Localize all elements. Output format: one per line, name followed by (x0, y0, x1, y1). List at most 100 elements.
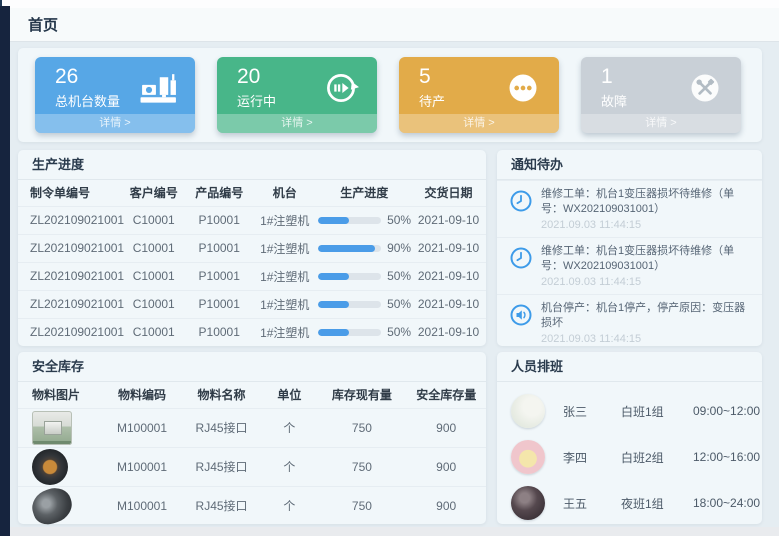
cell-material-name: RJ45接口 (182, 486, 262, 525)
cell-customer: C10001 (121, 290, 187, 318)
table-row: ZL202109021001 C10001 P10001 1#注塑机 90% 2… (18, 234, 486, 262)
production-header-row: 制令单编号 客户编号 产品编号 机台 生产进度 交货日期 (18, 180, 486, 206)
round-speaker-image (32, 449, 68, 485)
cell-customer: C10001 (121, 318, 187, 346)
notifications-panel: 通知待办 维修工单：机台1变压器损坏待维修（单号：WX202109031001）… (497, 150, 762, 346)
col-product-no: 产品编号 (186, 180, 252, 206)
notification-text: 维修工单：机台1变压器损坏待维修（单号：WX202109031001） (541, 244, 752, 274)
avatar (511, 394, 545, 428)
cell-stock-qty: 750 (317, 486, 406, 525)
notifications-title: 通知待办 (497, 150, 762, 180)
cell-safety-qty: 900 (406, 486, 486, 525)
cell-customer: C10001 (121, 206, 187, 234)
notification-item[interactable]: 维修工单：机台1变压器损坏待维修（单号：WX202109031001） 2021… (497, 237, 762, 294)
cell-unit: 个 (261, 447, 317, 486)
cell-customer: C10001 (121, 234, 187, 262)
cell-date: 2021-09-10 (411, 318, 486, 346)
progress-bar: 50% (318, 213, 412, 227)
person-time: 09:00~12:00 (693, 404, 760, 418)
cell-safety-qty: 900 (406, 447, 486, 486)
notification-text: 机台停产：机台1停产，停产原因：变压器损坏 (541, 301, 752, 331)
cell-date: 2021-09-10 (411, 234, 486, 262)
stat-label-running: 运行中 (237, 91, 276, 110)
clock-icon (509, 189, 533, 213)
stat-label-fault: 故障 (601, 91, 627, 110)
tab-home[interactable]: 首页 (28, 14, 58, 35)
detail-link-running[interactable]: 详情 > (217, 114, 377, 133)
cell-stock-qty: 750 (317, 447, 406, 486)
cell-date: 2021-09-10 (411, 290, 486, 318)
detail-link-waiting[interactable]: 详情 > (399, 114, 559, 133)
dashboard-screen: 首页 26 总机台数量 (0, 0, 779, 536)
list-item: 王五 夜班1组 18:00~24:00 (497, 480, 762, 526)
cell-material-name: RJ45接口 (182, 408, 262, 447)
table-row: ZL202109021001 C10001 P10001 1#注塑机 50% 2… (18, 290, 486, 318)
cell-material-name: RJ45接口 (182, 447, 262, 486)
col-stock-qty: 库存现有量 (317, 382, 406, 408)
stat-card-fault: 1 故障 (581, 57, 741, 133)
machine-icon (139, 69, 179, 107)
cell-order: ZL202109021001 (18, 206, 121, 234)
notification-time: 2021.09.03 11:44:15 (541, 275, 752, 289)
stat-card-total-machines: 26 总机台数量 (35, 57, 195, 133)
speaker-icon (509, 303, 533, 327)
window-top-strip (0, 0, 779, 8)
progress-bar: 50% (318, 297, 412, 311)
progress-bar: 50% (318, 325, 412, 339)
production-progress-title: 生产进度 (18, 150, 486, 180)
table-row: ZL202109021001 C10001 P10001 1#注塑机 50% 2… (18, 318, 486, 346)
person-time: 12:00~16:00 (693, 450, 760, 464)
col-material-name: 物料名称 (182, 382, 262, 408)
progress-bar: 90% (318, 241, 412, 255)
stat-value-total-machines: 26 (55, 65, 120, 89)
person-name: 王五 (563, 495, 621, 512)
notification-item[interactable]: 机台停产：机台1停产，停产原因：变压器损坏 2021.09.03 11:44:1… (497, 294, 762, 351)
col-material-image: 物料图片 (18, 382, 102, 408)
cell-safety-qty: 900 (406, 408, 486, 447)
cell-unit: 个 (261, 486, 317, 525)
cell-machine: 1#注塑机 (252, 206, 318, 234)
cell-order: ZL202109021001 (18, 262, 121, 290)
list-item: 张三 白班1组 09:00~12:00 (497, 388, 762, 434)
cell-product: P10001 (186, 290, 252, 318)
col-progress: 生产进度 (318, 180, 412, 206)
detail-link-total-machines[interactable]: 详情 > (35, 114, 195, 133)
cell-stock-qty: 750 (317, 408, 406, 447)
safety-inventory-panel: 安全库存 物料图片 物料编码 物料名称 单位 库存现有量 安全库存量 (18, 352, 486, 524)
cell-product: P10001 (186, 206, 252, 234)
cell-order: ZL202109021001 (18, 234, 121, 262)
cell-machine: 1#注塑机 (252, 318, 318, 346)
stat-value-fault: 1 (601, 65, 627, 89)
cell-product: P10001 (186, 318, 252, 346)
window-bottom-strip (10, 527, 779, 536)
cell-product: P10001 (186, 262, 252, 290)
notification-time: 2021.09.03 11:44:15 (541, 218, 752, 232)
notification-item[interactable]: 维修工单：机台1变压器损坏待维修（单号：WX202109031001） 2021… (497, 180, 762, 237)
cell-machine: 1#注塑机 (252, 234, 318, 262)
safety-inventory-title: 安全库存 (18, 352, 486, 382)
progress-value: 50% (387, 269, 411, 283)
cell-product: P10001 (186, 234, 252, 262)
cell-material-code: M100001 (102, 486, 182, 525)
stat-label-total-machines: 总机台数量 (55, 91, 120, 110)
detail-link-fault[interactable]: 详情 > (581, 114, 741, 133)
clock-icon (509, 246, 533, 270)
cell-machine: 1#注塑机 (252, 290, 318, 318)
progress-bar: 50% (318, 269, 412, 283)
cell-date: 2021-09-10 (411, 206, 486, 234)
notification-text: 维修工单：机台1变压器损坏待维修（单号：WX202109031001） (541, 187, 752, 217)
stat-label-waiting: 待产 (419, 91, 445, 110)
rj45-connector-image (32, 411, 72, 445)
production-progress-panel: 生产进度 制令单编号 客户编号 产品编号 机台 生产进度 交货日期 ZL2021 (18, 150, 486, 346)
table-row: M100001 RJ45接口 个 750 900 (18, 408, 486, 447)
table-row: M100001 RJ45接口 个 750 900 (18, 447, 486, 486)
sidebar-edge (0, 6, 10, 536)
person-name: 李四 (563, 449, 621, 466)
col-delivery-date: 交货日期 (411, 180, 486, 206)
col-material-code: 物料编码 (102, 382, 182, 408)
progress-value: 50% (387, 213, 411, 227)
col-safety-qty: 安全库存量 (406, 382, 486, 408)
avatar (511, 440, 545, 474)
stat-cards-panel: 26 总机台数量 (18, 48, 762, 142)
cell-customer: C10001 (121, 262, 187, 290)
